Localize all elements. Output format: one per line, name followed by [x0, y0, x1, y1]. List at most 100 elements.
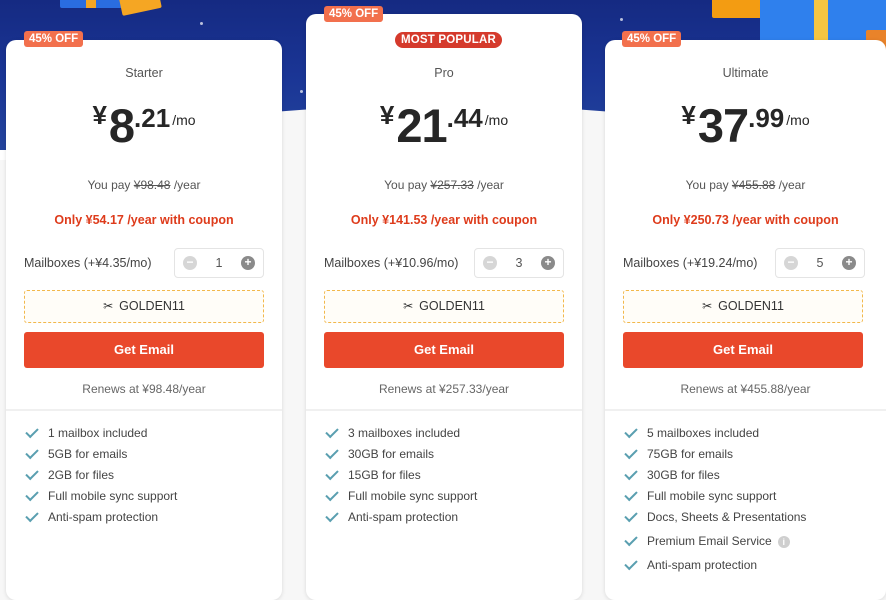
price-decimal: .99 — [748, 103, 785, 133]
check-icon — [325, 424, 339, 439]
feature-item: 5 mailboxes included — [623, 424, 806, 447]
check-icon — [624, 466, 638, 481]
feature-label: 2GB for files — [48, 468, 115, 482]
price-decimal: .44 — [446, 103, 483, 133]
divider — [306, 409, 582, 411]
check-icon — [25, 508, 39, 523]
feature-item: Anti-spam protection — [623, 556, 806, 579]
plan-ultimate: 45% OFF Ultimate ¥37.99/mo You pay ¥455.… — [605, 0, 886, 600]
feature-list: 1 mailbox included 5GB for emails 2GB fo… — [24, 424, 178, 531]
plus-icon[interactable]: + — [541, 256, 555, 270]
feature-item: 5GB for emails — [24, 445, 177, 468]
feature-item: Anti-spam protection — [24, 508, 177, 531]
check-icon — [624, 424, 638, 439]
plan-name: Starter — [125, 66, 163, 80]
get-email-button[interactable]: Get Email — [24, 332, 264, 368]
price-integer: 37 — [697, 99, 749, 152]
info-icon[interactable]: i — [777, 536, 790, 548]
feature-label: Anti-spam protection — [348, 510, 459, 524]
feature-label: 1 mailbox included — [48, 426, 148, 440]
feature-item: Docs, Sheets & Presentations — [623, 508, 806, 534]
feature-item: 1 mailbox included — [24, 424, 177, 447]
coupon-offer: Only ¥141.53 /year with coupon — [350, 213, 538, 227]
feature-label: 75GB for emails — [647, 447, 734, 461]
plan-starter: 45% OFF Starter ¥8.21/mo You pay ¥98.48 … — [6, 0, 282, 600]
coupon-code-box[interactable]: ✂ GOLDEN11 — [623, 290, 863, 323]
currency-symbol: ¥ — [92, 100, 107, 130]
check-icon — [325, 466, 339, 481]
most-popular-badge: MOST POPULAR — [395, 32, 503, 48]
feature-item: 2GB for files — [24, 466, 177, 489]
pay-prefix: You pay — [685, 178, 729, 192]
price-period: /mo — [172, 112, 196, 128]
mailboxes-label: Mailboxes (+¥19.24/mo) — [623, 256, 758, 270]
sparkle-decoration — [300, 90, 303, 93]
discount-badge: 45% OFF — [324, 6, 384, 22]
renewal-price: Renews at ¥455.88/year — [680, 382, 811, 396]
mailbox-stepper[interactable]: − 5 + — [775, 248, 865, 278]
divider — [605, 409, 886, 411]
feature-label: 5 mailboxes included — [647, 426, 760, 440]
price: ¥8.21/mo — [6, 98, 282, 153]
mailboxes-label: Mailboxes (+¥4.35/mo) — [24, 256, 152, 270]
renewal-price: Renews at ¥257.33/year — [378, 382, 510, 396]
yearly-pay-line: You pay ¥257.33 /year — [306, 178, 582, 192]
plus-icon[interactable]: + — [241, 256, 255, 270]
price-period: /mo — [786, 112, 810, 128]
plan-name: Ultimate — [722, 66, 769, 80]
plan-name: Pro — [434, 66, 454, 80]
feature-list: 5 mailboxes included 75GB for emails 30G… — [623, 424, 806, 579]
check-icon — [624, 556, 638, 571]
check-icon — [624, 487, 638, 502]
check-icon — [325, 508, 339, 523]
currency-symbol: ¥ — [379, 100, 395, 130]
discount-badge: 45% OFF — [24, 31, 84, 47]
currency-symbol: ¥ — [681, 100, 696, 130]
original-yearly-price: ¥257.33 — [430, 178, 474, 192]
yearly-pay-line: You pay ¥98.48 /year — [6, 178, 282, 192]
feature-label: Anti-spam protection — [647, 558, 758, 572]
check-icon — [624, 532, 638, 547]
check-icon — [25, 445, 39, 460]
feature-label: Full mobile sync support — [348, 489, 478, 503]
feature-label: 30GB for emails — [348, 447, 435, 461]
price: ¥21.44/mo — [306, 98, 582, 153]
feature-item: 15GB for files — [324, 466, 477, 489]
divider — [6, 409, 282, 411]
feature-label: Full mobile sync support — [647, 489, 777, 503]
yearly-pay-line: You pay ¥455.88 /year — [605, 178, 886, 192]
feature-item: Anti-spam protection — [324, 508, 477, 531]
mailbox-stepper[interactable]: − 1 + — [174, 248, 264, 278]
pay-suffix: /year — [778, 178, 806, 192]
check-icon — [624, 445, 638, 460]
pay-prefix: You pay — [384, 178, 428, 192]
mailbox-stepper[interactable]: − 3 + — [474, 248, 564, 278]
check-icon — [25, 424, 39, 439]
feature-item: Full mobile sync support — [24, 487, 178, 510]
scissors-icon: ✂ — [403, 299, 414, 313]
original-yearly-price: ¥98.48 — [133, 178, 171, 192]
get-email-button[interactable]: Get Email — [623, 332, 863, 368]
discount-badge: 45% OFF — [622, 31, 682, 47]
check-icon — [25, 487, 39, 502]
scissors-icon: ✂ — [702, 299, 713, 313]
feature-item: Premium Email Service i — [623, 532, 806, 558]
feature-label: Premium Email Service — [647, 534, 772, 548]
pay-suffix: /year — [173, 178, 201, 192]
plan-pro: 45% OFF MOST POPULAR Pro ¥21.44/mo You p… — [306, 0, 582, 600]
coupon-code: GOLDEN11 — [419, 299, 485, 313]
original-yearly-price: ¥455.88 — [731, 178, 776, 192]
plus-icon[interactable]: + — [842, 256, 856, 270]
feature-label: 5GB for emails — [48, 447, 128, 461]
feature-item: Full mobile sync support — [324, 487, 478, 510]
feature-list: 3 mailboxes included 30GB for emails 15G… — [324, 424, 478, 531]
price-decimal: .21 — [134, 103, 171, 133]
feature-item: Full mobile sync support — [623, 487, 806, 510]
coupon-code-box[interactable]: ✂ GOLDEN11 — [24, 290, 264, 323]
coupon-code-box[interactable]: ✂ GOLDEN11 — [324, 290, 564, 323]
price-integer: 8 — [108, 99, 135, 152]
feature-label: Full mobile sync support — [48, 489, 178, 503]
coupon-offer: Only ¥250.73 /year with coupon — [652, 213, 839, 227]
feature-label: 30GB for files — [647, 468, 720, 482]
get-email-button[interactable]: Get Email — [324, 332, 564, 368]
